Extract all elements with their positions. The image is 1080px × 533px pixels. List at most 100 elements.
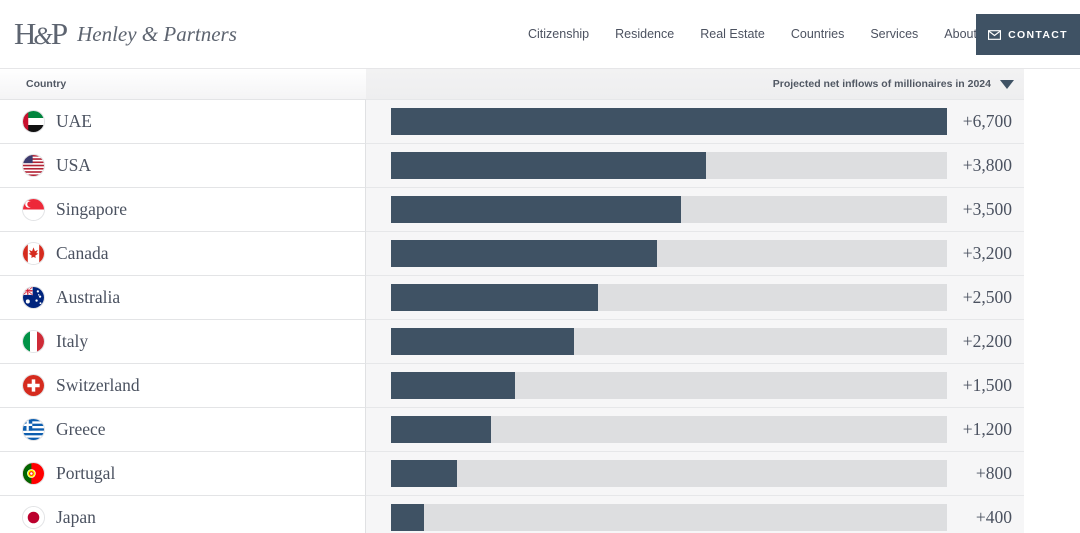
flag-australia-icon	[22, 286, 45, 309]
country-cell: Japan	[0, 495, 366, 533]
bar-track	[391, 240, 947, 267]
row-spacer	[1024, 495, 1080, 533]
table-row[interactable]: Italy +2,200	[0, 319, 1080, 363]
country-name-australia: Australia	[56, 287, 121, 307]
bar-track	[391, 108, 947, 135]
country-name-canada: Canada	[56, 243, 109, 263]
bar-fill-italy	[391, 328, 574, 355]
row-spacer	[1024, 231, 1080, 275]
table-row[interactable]: UAE +6,700	[0, 99, 1080, 143]
value-label-singapore: +3,500	[962, 199, 1012, 219]
value-cell: +3,800	[366, 143, 1024, 187]
value-cell: +6,700	[366, 99, 1024, 143]
country-cell: Singapore	[0, 187, 366, 231]
bar-fill-australia	[391, 284, 598, 311]
chevron-down-icon[interactable]	[1000, 79, 1014, 89]
column-header-country-label: Country	[26, 78, 67, 90]
flag-uae-icon	[22, 110, 45, 133]
bar-fill-uae	[391, 108, 947, 135]
bar-track	[391, 372, 947, 399]
row-spacer	[1024, 275, 1080, 319]
country-name-usa: USA	[56, 155, 92, 175]
table-row[interactable]: Switzerland +1,500	[0, 363, 1080, 407]
contact-button-label: CONTACT	[1008, 28, 1068, 41]
table-row[interactable]: Japan +400	[0, 495, 1080, 533]
flag-canada-icon	[22, 242, 45, 265]
flag-greece-icon	[22, 418, 45, 441]
value-cell: +1,500	[366, 363, 1024, 407]
value-cell: +400	[366, 495, 1024, 533]
bar-fill-singapore	[391, 196, 681, 223]
country-cell: Canada	[0, 231, 366, 275]
table-row[interactable]: Australia +2,500	[0, 275, 1080, 319]
bar-track	[391, 328, 947, 355]
value-label-uae: +6,700	[962, 111, 1012, 131]
nav-item-services[interactable]: Services	[870, 27, 918, 41]
table-row[interactable]: Canada +3,200	[0, 231, 1080, 275]
value-label-italy: +2,200	[962, 331, 1012, 351]
nav-item-real-estate[interactable]: Real Estate	[700, 27, 765, 41]
column-header-value[interactable]: Projected net inflows of millionaires in…	[366, 69, 1024, 99]
nav-item-countries[interactable]: Countries	[791, 27, 845, 41]
value-label-canada: +3,200	[962, 243, 1012, 263]
value-cell: +800	[366, 451, 1024, 495]
table-header-row: Country Projected net inflows of million…	[0, 69, 1080, 99]
row-spacer	[1024, 143, 1080, 187]
bar-track	[391, 504, 947, 531]
table-row[interactable]: Portugal +800	[0, 451, 1080, 495]
value-cell: +2,500	[366, 275, 1024, 319]
nav-item-about[interactable]: About	[944, 27, 977, 41]
value-label-japan: +400	[975, 507, 1012, 527]
value-label-usa: +3,800	[962, 155, 1012, 175]
column-header-value-label: Projected net inflows of millionaires in…	[772, 78, 991, 90]
row-spacer	[1024, 99, 1080, 143]
country-name-greece: Greece	[56, 419, 106, 439]
site-header: H&P Henley & Partners Citizenship Reside…	[0, 0, 1080, 69]
bar-track	[391, 152, 947, 179]
bar-fill-usa	[391, 152, 706, 179]
bar-track	[391, 460, 947, 487]
column-header-country[interactable]: Country	[0, 69, 366, 99]
value-cell: +3,500	[366, 187, 1024, 231]
bar-fill-switzerland	[391, 372, 515, 399]
flag-japan-icon	[22, 506, 45, 529]
flag-portugal-icon	[22, 462, 45, 485]
value-cell: +1,200	[366, 407, 1024, 451]
country-name-italy: Italy	[56, 331, 89, 351]
value-label-australia: +2,500	[962, 287, 1012, 307]
contact-button[interactable]: CONTACT	[976, 14, 1080, 55]
header-spacer	[1024, 69, 1080, 99]
country-cell: USA	[0, 143, 366, 187]
country-cell: Portugal	[0, 451, 366, 495]
envelope-icon	[988, 29, 1002, 40]
country-cell: Australia	[0, 275, 366, 319]
row-spacer	[1024, 407, 1080, 451]
row-spacer	[1024, 187, 1080, 231]
bar-fill-canada	[391, 240, 657, 267]
bar-track	[391, 196, 947, 223]
value-label-portugal: +800	[975, 463, 1012, 483]
millionaire-inflows-table: Country Projected net inflows of million…	[0, 69, 1080, 533]
hp-monogram-icon: H&P	[14, 15, 68, 51]
table-row[interactable]: Greece +1,200	[0, 407, 1080, 451]
flag-switzerland-icon	[22, 374, 45, 397]
table-row[interactable]: Singapore +3,500	[0, 187, 1080, 231]
country-name-uae: UAE	[56, 111, 92, 131]
nav-item-citizenship[interactable]: Citizenship	[528, 27, 589, 41]
nav-item-residence[interactable]: Residence	[615, 27, 674, 41]
brand-logo[interactable]: H&P Henley & Partners	[14, 15, 237, 51]
value-label-switzerland: +1,500	[962, 375, 1012, 395]
table-body: UAE +6,700 USA +3,800 Singapore +3,500 Canada +…	[0, 99, 1080, 533]
country-cell: Greece	[0, 407, 366, 451]
table-row[interactable]: USA +3,800	[0, 143, 1080, 187]
brand-name: Henley & Partners	[77, 21, 237, 46]
flag-italy-icon	[22, 330, 45, 353]
country-name-japan: Japan	[56, 507, 96, 527]
row-spacer	[1024, 319, 1080, 363]
flag-singapore-icon	[22, 198, 45, 221]
main-navigation: Citizenship Residence Real Estate Countr…	[528, 27, 977, 41]
row-spacer	[1024, 363, 1080, 407]
country-cell: UAE	[0, 99, 366, 143]
bar-track	[391, 284, 947, 311]
flag-usa-icon	[22, 154, 45, 177]
